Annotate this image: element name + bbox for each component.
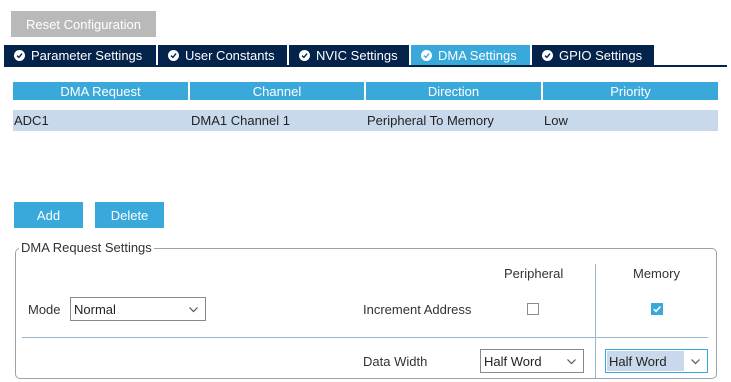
cell-channel: DMA1 Channel 1 bbox=[191, 113, 290, 128]
tab-label: Parameter Settings bbox=[31, 48, 143, 63]
chevron-down-icon bbox=[691, 359, 700, 365]
tab-label: NVIC Settings bbox=[316, 48, 398, 63]
tab-underline bbox=[4, 65, 727, 67]
dma-request-settings-legend: DMA Request Settings bbox=[19, 240, 154, 255]
tab-gpio-settings[interactable]: GPIO Settings bbox=[532, 45, 654, 66]
check-circle-icon bbox=[542, 50, 553, 61]
peripheral-data-width-value: Half Word bbox=[484, 353, 542, 369]
table-row[interactable]: ADC1 DMA1 Channel 1 Peripheral To Memory… bbox=[13, 110, 718, 131]
column-divider bbox=[595, 264, 596, 378]
peripheral-increment-checkbox[interactable] bbox=[527, 303, 539, 315]
column-header-priority[interactable]: Priority bbox=[543, 82, 718, 100]
check-circle-icon bbox=[299, 50, 310, 61]
tab-label: DMA Settings bbox=[438, 48, 517, 63]
memory-column-header: Memory bbox=[633, 266, 680, 281]
memory-data-width-select[interactable]: Half Word bbox=[605, 349, 708, 373]
chevron-down-icon bbox=[189, 307, 198, 313]
check-circle-icon bbox=[14, 50, 25, 61]
checkmark-icon bbox=[653, 306, 661, 313]
chevron-down-icon bbox=[567, 359, 576, 365]
column-header-channel[interactable]: Channel bbox=[190, 82, 364, 100]
mode-label: Mode bbox=[28, 302, 61, 317]
tab-nvic-settings[interactable]: NVIC Settings bbox=[289, 45, 409, 66]
tab-label: GPIO Settings bbox=[559, 48, 643, 63]
cell-direction: Peripheral To Memory bbox=[367, 113, 494, 128]
delete-button[interactable]: Delete bbox=[95, 202, 164, 228]
cell-dma-request: ADC1 bbox=[14, 113, 49, 128]
tab-label: User Constants bbox=[185, 48, 275, 63]
increment-address-label: Increment Address bbox=[363, 302, 472, 317]
column-header-direction[interactable]: Direction bbox=[366, 82, 541, 100]
mode-value: Normal bbox=[74, 301, 116, 317]
tab-bar: Parameter Settings User Constants NVIC S… bbox=[4, 45, 656, 66]
peripheral-data-width-select[interactable]: Half Word bbox=[480, 349, 584, 373]
cell-priority: Low bbox=[544, 113, 568, 128]
peripheral-column-header: Peripheral bbox=[504, 266, 564, 281]
tab-user-constants[interactable]: User Constants bbox=[158, 45, 287, 66]
check-circle-icon bbox=[421, 50, 432, 61]
memory-data-width-value: Half Word bbox=[607, 351, 684, 371]
memory-increment-checkbox[interactable] bbox=[651, 303, 663, 315]
column-header-dma-request[interactable]: DMA Request bbox=[13, 82, 188, 100]
reset-configuration-button[interactable]: Reset Configuration bbox=[11, 11, 156, 37]
tab-parameter-settings[interactable]: Parameter Settings bbox=[4, 45, 156, 66]
row-divider bbox=[22, 337, 708, 338]
tab-dma-settings[interactable]: DMA Settings bbox=[411, 45, 530, 66]
check-circle-icon bbox=[168, 50, 179, 61]
data-width-label: Data Width bbox=[363, 354, 428, 369]
dma-table-header: DMA Request Channel Direction Priority bbox=[13, 82, 718, 100]
add-button[interactable]: Add bbox=[14, 202, 83, 228]
mode-select[interactable]: Normal bbox=[70, 297, 206, 321]
